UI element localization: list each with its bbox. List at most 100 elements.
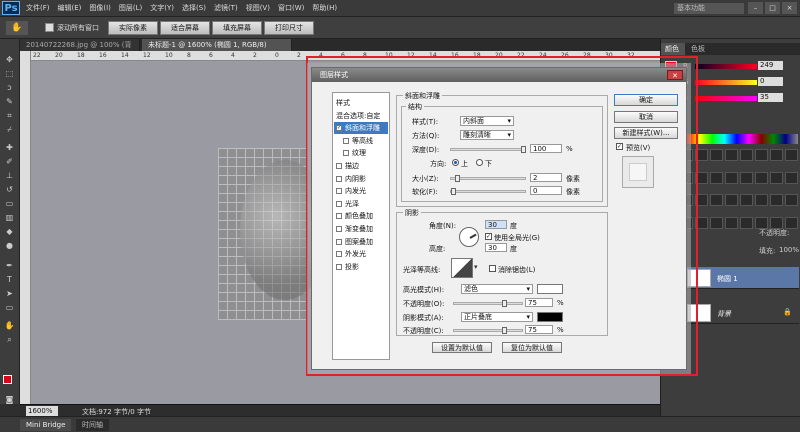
menu-item[interactable]: 文件(F) bbox=[26, 3, 50, 13]
antialias-checkbox[interactable] bbox=[489, 265, 496, 272]
style-list-item[interactable]: 描边 bbox=[334, 160, 388, 172]
preview-checkbox[interactable]: ✓ bbox=[616, 143, 623, 150]
gloss-contour-picker[interactable] bbox=[451, 258, 473, 278]
style-list-item[interactable]: 内阴影 bbox=[334, 173, 388, 185]
style-swatch[interactable] bbox=[755, 171, 768, 184]
style-checkbox[interactable] bbox=[336, 226, 342, 232]
style-checkbox[interactable] bbox=[336, 200, 342, 207]
style-checkbox[interactable] bbox=[343, 150, 349, 157]
workspace-select[interactable]: 基本功能 bbox=[674, 3, 744, 14]
menu-item[interactable]: 图像(I) bbox=[89, 3, 111, 13]
style-list-item[interactable]: 渐变叠加 bbox=[334, 223, 388, 235]
path-select-tool-icon[interactable]: ➤ bbox=[3, 289, 16, 298]
highlight-opacity-slider[interactable] bbox=[453, 300, 523, 307]
timeline-tab[interactable]: 时间轴 bbox=[76, 419, 109, 431]
style-list-item[interactable]: 外发光 bbox=[334, 248, 388, 260]
shadow-opacity-value[interactable]: 75 bbox=[525, 325, 553, 334]
highlight-color-swatch[interactable] bbox=[537, 284, 563, 294]
document-tab[interactable]: 20140722268.jpg @ 100% (背景, RGB/8) bbox=[20, 39, 140, 61]
size-value[interactable]: 2 bbox=[530, 173, 562, 182]
brush-tool-icon[interactable]: ✐ bbox=[3, 157, 16, 166]
move-tool-icon[interactable]: ✥ bbox=[3, 55, 16, 64]
minimize-icon[interactable]: – bbox=[748, 2, 763, 14]
style-swatch[interactable] bbox=[740, 216, 753, 229]
make-default-button[interactable]: 设置为默认值 bbox=[432, 342, 492, 353]
shadow-opacity-slider[interactable] bbox=[453, 327, 523, 334]
style-swatch[interactable] bbox=[710, 171, 723, 184]
style-swatch[interactable] bbox=[710, 194, 723, 206]
style-swatch[interactable] bbox=[770, 216, 783, 229]
history-brush-icon[interactable]: ↺ bbox=[3, 185, 16, 194]
style-checkbox[interactable] bbox=[336, 238, 342, 245]
style-checkbox[interactable] bbox=[343, 137, 349, 144]
style-swatch[interactable] bbox=[710, 149, 723, 161]
eyedropper-tool-icon[interactable]: ⌿ bbox=[3, 125, 16, 134]
style-list-item[interactable]: 样式 bbox=[334, 97, 388, 109]
ok-button[interactable]: 确定 bbox=[614, 94, 678, 106]
channel-b-slider[interactable] bbox=[695, 96, 757, 101]
menu-item[interactable]: 滤镜(T) bbox=[214, 3, 238, 13]
style-swatch[interactable] bbox=[755, 194, 768, 206]
direction-up-radio[interactable] bbox=[452, 159, 459, 166]
quick-select-tool-icon[interactable]: ✎ bbox=[3, 97, 16, 106]
crop-tool-icon[interactable]: ⌗ bbox=[3, 111, 16, 120]
style-swatch[interactable] bbox=[740, 194, 753, 206]
technique-dropdown[interactable]: 雕刻清晰 ▾ bbox=[460, 130, 514, 140]
foreground-color-swatch[interactable] bbox=[3, 375, 12, 384]
fit-screen-button[interactable]: 适合屏幕 bbox=[160, 21, 210, 35]
style-swatch[interactable] bbox=[740, 171, 753, 184]
highlight-mode-dropdown[interactable]: 滤色 ▾ bbox=[461, 284, 533, 294]
eraser-tool-icon[interactable]: ▭ bbox=[3, 199, 16, 208]
maximize-icon[interactable]: □ bbox=[765, 2, 780, 14]
menu-item[interactable]: 视图(V) bbox=[246, 3, 270, 13]
fill-screen-button[interactable]: 填充屏幕 bbox=[212, 21, 262, 35]
type-tool-icon[interactable]: T bbox=[3, 275, 16, 284]
blur-tool-icon[interactable]: ◆ bbox=[3, 227, 16, 236]
menu-item[interactable]: 窗口(W) bbox=[278, 3, 304, 13]
size-slider[interactable] bbox=[450, 175, 526, 182]
actual-pixels-button[interactable]: 实际像素 bbox=[108, 21, 158, 35]
close-icon[interactable]: × bbox=[782, 2, 797, 14]
shape-tool-icon[interactable]: ▭ bbox=[3, 303, 16, 312]
style-swatch[interactable] bbox=[725, 194, 738, 206]
marquee-tool-icon[interactable]: ⬚ bbox=[3, 69, 16, 78]
reset-default-button[interactable]: 复位为默认值 bbox=[502, 342, 562, 353]
depth-slider[interactable] bbox=[450, 146, 526, 153]
style-swatch[interactable] bbox=[755, 216, 768, 229]
style-swatch[interactable] bbox=[785, 171, 798, 184]
channel-g-slider[interactable] bbox=[695, 80, 757, 85]
menu-item[interactable]: 选择(S) bbox=[182, 3, 206, 13]
dialog-close-icon[interactable]: ✕ bbox=[667, 70, 683, 80]
style-checkbox[interactable]: ✓ bbox=[336, 125, 342, 132]
pen-tool-icon[interactable]: ✒ bbox=[3, 261, 16, 270]
style-swatch[interactable] bbox=[710, 216, 723, 229]
hand-tool-icon[interactable]: ✋ bbox=[3, 321, 16, 330]
style-list-item[interactable]: 内发光 bbox=[334, 185, 388, 197]
menu-item[interactable]: 帮助(H) bbox=[312, 3, 337, 13]
style-list-item[interactable]: 光泽 bbox=[334, 198, 388, 210]
print-size-button[interactable]: 打印尺寸 bbox=[264, 21, 314, 35]
altitude-value[interactable]: 30 bbox=[485, 243, 507, 252]
tab-color[interactable]: 颜色 bbox=[661, 43, 685, 55]
highlight-opacity-value[interactable]: 75 bbox=[525, 298, 553, 307]
tab-swatches[interactable]: 色板 bbox=[687, 43, 711, 55]
quick-mask-icon[interactable]: ◙ bbox=[3, 395, 16, 404]
style-list-item[interactable]: ✓ 斜面和浮雕 bbox=[334, 122, 388, 135]
style-checkbox[interactable] bbox=[336, 188, 342, 195]
shadow-mode-dropdown[interactable]: 正片叠底 ▾ bbox=[461, 312, 533, 322]
zoom-field[interactable]: 1600% bbox=[26, 406, 58, 416]
style-swatch[interactable] bbox=[770, 171, 783, 184]
shadow-color-swatch[interactable] bbox=[537, 312, 563, 322]
global-light-checkbox[interactable]: ✓ bbox=[485, 233, 492, 240]
menu-item[interactable]: 编辑(E) bbox=[58, 3, 82, 13]
style-list-item[interactable]: 投影 bbox=[334, 261, 388, 273]
style-swatch[interactable] bbox=[755, 149, 768, 161]
new-style-button[interactable]: 新建样式(W)... bbox=[614, 127, 678, 139]
style-list-item[interactable]: 等高线 bbox=[334, 135, 388, 147]
angle-dial[interactable] bbox=[459, 227, 479, 247]
fill-value[interactable]: 100% bbox=[779, 246, 799, 254]
soften-slider[interactable] bbox=[450, 188, 526, 195]
healing-tool-icon[interactable]: ✚ bbox=[3, 143, 16, 152]
style-swatch[interactable] bbox=[725, 216, 738, 229]
channel-g-value[interactable]: 0 bbox=[758, 77, 783, 86]
